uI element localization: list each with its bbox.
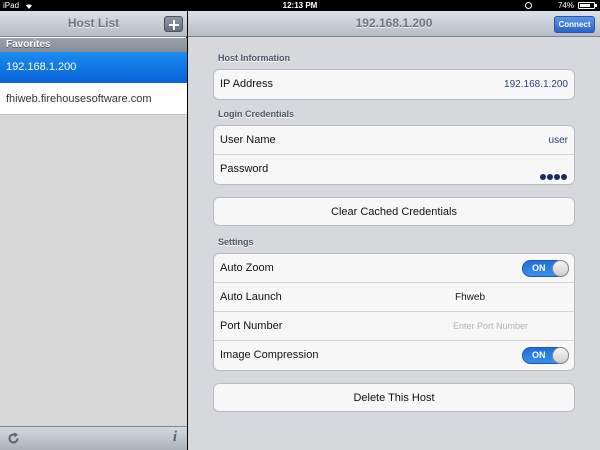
battery-fill	[580, 4, 590, 7]
auto-launch-label: Auto Launch	[220, 291, 282, 303]
image-compression-label: Image Compression	[220, 349, 319, 361]
user-name-label: User Name	[220, 134, 276, 146]
host-information-header: Host Information	[218, 53, 290, 63]
toggle-knob	[552, 347, 569, 364]
port-number-label: Port Number	[220, 320, 283, 332]
ip-address-row[interactable]: IP Address 192.168.1.200	[214, 70, 574, 99]
auto-zoom-toggle[interactable]: ON	[522, 260, 569, 277]
host-list-empty-area	[0, 115, 187, 426]
settings-group: Auto Zoom ON Auto Launch Fhweb Port Numb…	[213, 253, 575, 371]
delete-host-button[interactable]: Delete This Host	[213, 383, 575, 412]
password-label: Password	[220, 163, 269, 175]
auto-launch-row[interactable]: Auto Launch Fhweb	[214, 283, 574, 312]
host-list-item[interactable]: fhiweb.firehousesoftware.com	[0, 83, 187, 115]
connect-button[interactable]: Connect	[554, 16, 595, 33]
host-detail-pane: 192.168.1.200 Connect Host Information I…	[188, 11, 600, 450]
ip-address-label: IP Address	[220, 78, 273, 90]
clear-cached-credentials-button[interactable]: Clear Cached Credentials	[213, 197, 575, 226]
login-credentials-group: User Name user Password	[213, 125, 575, 185]
auto-zoom-row: Auto Zoom ON	[214, 254, 574, 283]
port-number-row[interactable]: Port Number Enter Port Number	[214, 312, 574, 341]
host-detail-title: 192.168.1.200	[355, 16, 433, 30]
rotation-lock-icon	[525, 2, 532, 9]
login-credentials-header: Login Credentials	[218, 109, 295, 119]
auto-zoom-label: Auto Zoom	[220, 262, 274, 274]
password-row[interactable]: Password	[214, 155, 574, 184]
status-bar: iPad 12:13 PM 74%	[0, 0, 600, 11]
refresh-icon[interactable]	[7, 432, 20, 445]
host-list-toolbar: i	[0, 426, 187, 450]
port-number-field[interactable]: Enter Port Number	[453, 321, 528, 331]
info-icon[interactable]: i	[173, 429, 177, 446]
password-field[interactable]	[539, 167, 567, 185]
favorites-section-header: Favorites	[0, 38, 187, 52]
image-compression-row: Image Compression ON	[214, 341, 574, 370]
host-list-item[interactable]: 192.168.1.200	[0, 52, 187, 83]
host-list-title: Host List	[67, 16, 120, 30]
add-host-button[interactable]	[164, 16, 183, 32]
host-information-group: IP Address 192.168.1.200	[213, 69, 575, 100]
user-name-row[interactable]: User Name user	[214, 126, 574, 155]
host-detail-header: 192.168.1.200 Connect	[188, 11, 600, 37]
toggle-state-label: ON	[532, 263, 546, 273]
toggle-knob	[552, 260, 569, 277]
status-time: 12:13 PM	[282, 1, 318, 10]
host-list-header: Host List	[0, 11, 187, 37]
auto-launch-field[interactable]: Fhweb	[454, 292, 487, 303]
image-compression-toggle[interactable]: ON	[522, 347, 569, 364]
ip-address-value[interactable]: 192.168.1.200	[504, 79, 568, 90]
plus-icon	[169, 20, 179, 30]
battery-icon	[578, 2, 597, 9]
user-name-value[interactable]: user	[549, 135, 568, 146]
settings-header: Settings	[218, 237, 254, 247]
host-list-pane: Host List Favorites 192.168.1.200 fhiweb…	[0, 11, 187, 450]
toggle-state-label: ON	[532, 350, 546, 360]
battery-percent: 74%	[557, 1, 574, 10]
